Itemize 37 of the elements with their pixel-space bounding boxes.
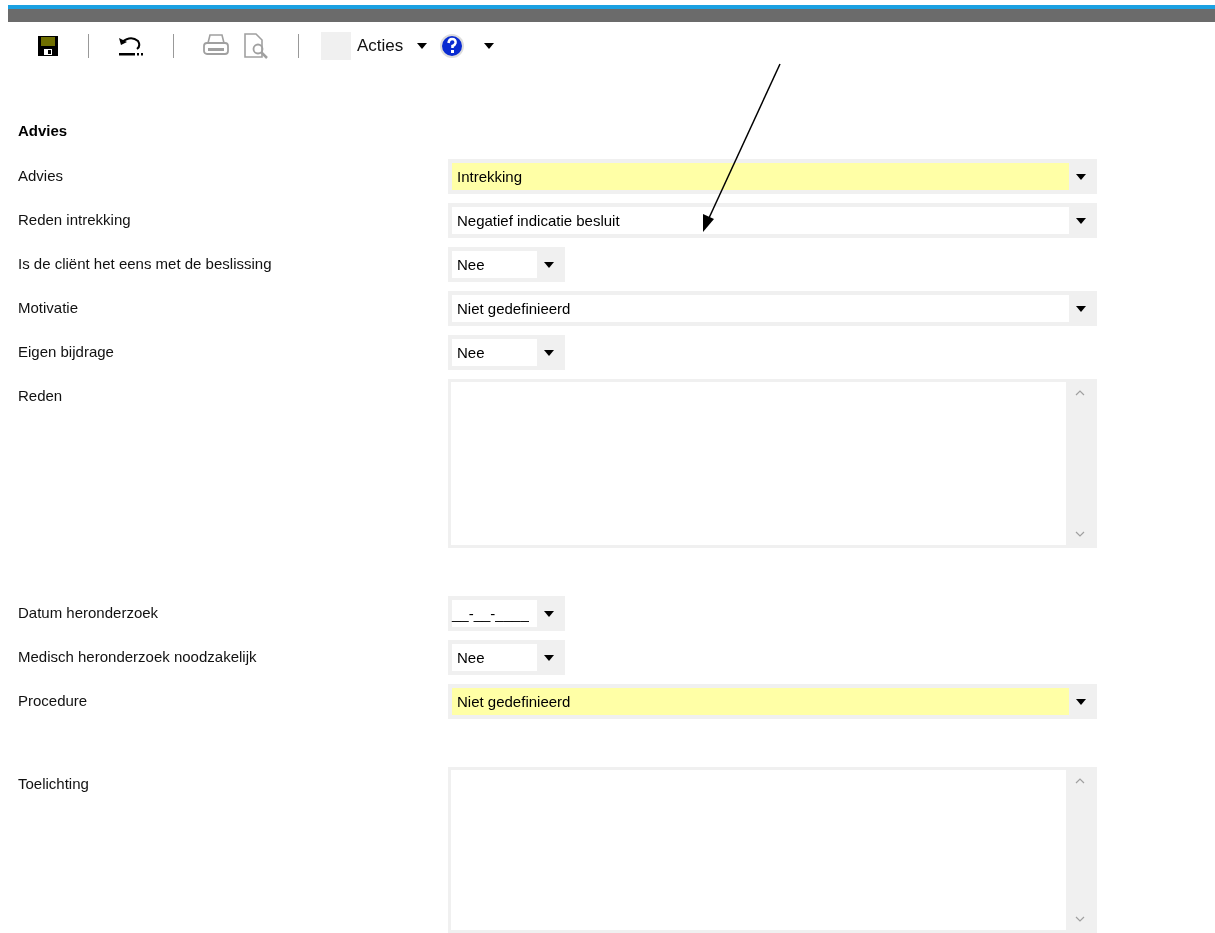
dropdown-arrow-icon (1076, 217, 1086, 224)
dropdown-arrow-icon (544, 610, 554, 617)
dropdown-field[interactable]: Niet gedefinieerd (448, 684, 1097, 719)
dropdown-arrow-icon (544, 349, 554, 356)
field-label: Reden intrekking (18, 210, 132, 228)
scroll-up-icon[interactable] (1075, 778, 1085, 784)
scroll-down-icon[interactable] (1075, 916, 1085, 922)
caret-icon (417, 43, 428, 49)
field-label: Reden (18, 386, 64, 404)
dropdown-arrow-icon (544, 261, 554, 268)
actions-menu-button[interactable]: Acties (357, 32, 428, 60)
dropdown-arrow-icon (1076, 698, 1086, 705)
scroll-down-icon[interactable] (1075, 531, 1085, 537)
scroll-up-icon[interactable] (1075, 390, 1085, 396)
dropdown-field[interactable]: Nee (448, 640, 565, 675)
dropdown-arrow-icon (544, 654, 554, 661)
field-label: Is de cliënt het eens met de beslissing (18, 254, 273, 272)
field-label: Datum heronderzoek (18, 603, 160, 621)
help-button[interactable] (439, 32, 466, 60)
caret-icon (484, 43, 495, 49)
field-label: Advies (18, 166, 65, 184)
text-area[interactable] (448, 379, 1097, 548)
field-label: Procedure (18, 691, 89, 709)
dropdown-field[interactable]: Niet gedefinieerd (448, 291, 1097, 326)
field-label: Eigen bijdrage (18, 342, 115, 360)
dropdown-field[interactable]: Intrekking (448, 159, 1097, 194)
dropdown-arrow-icon (1076, 173, 1086, 180)
dropdown-field[interactable]: Nee (448, 335, 565, 370)
text-area[interactable] (448, 767, 1097, 933)
field-label: Motivatie (18, 298, 80, 316)
field-label: Toelichting (18, 774, 90, 792)
date-field[interactable]: __-__-____ (448, 596, 565, 631)
dropdown-field[interactable]: Negatief indicatie besluit (448, 203, 1097, 238)
section-heading: Advies (18, 122, 69, 139)
dropdown-field[interactable]: Nee (448, 247, 565, 282)
dropdown-arrow-icon (1076, 305, 1086, 312)
field-label: Medisch heronderzoek noodzakelijk (18, 647, 258, 665)
